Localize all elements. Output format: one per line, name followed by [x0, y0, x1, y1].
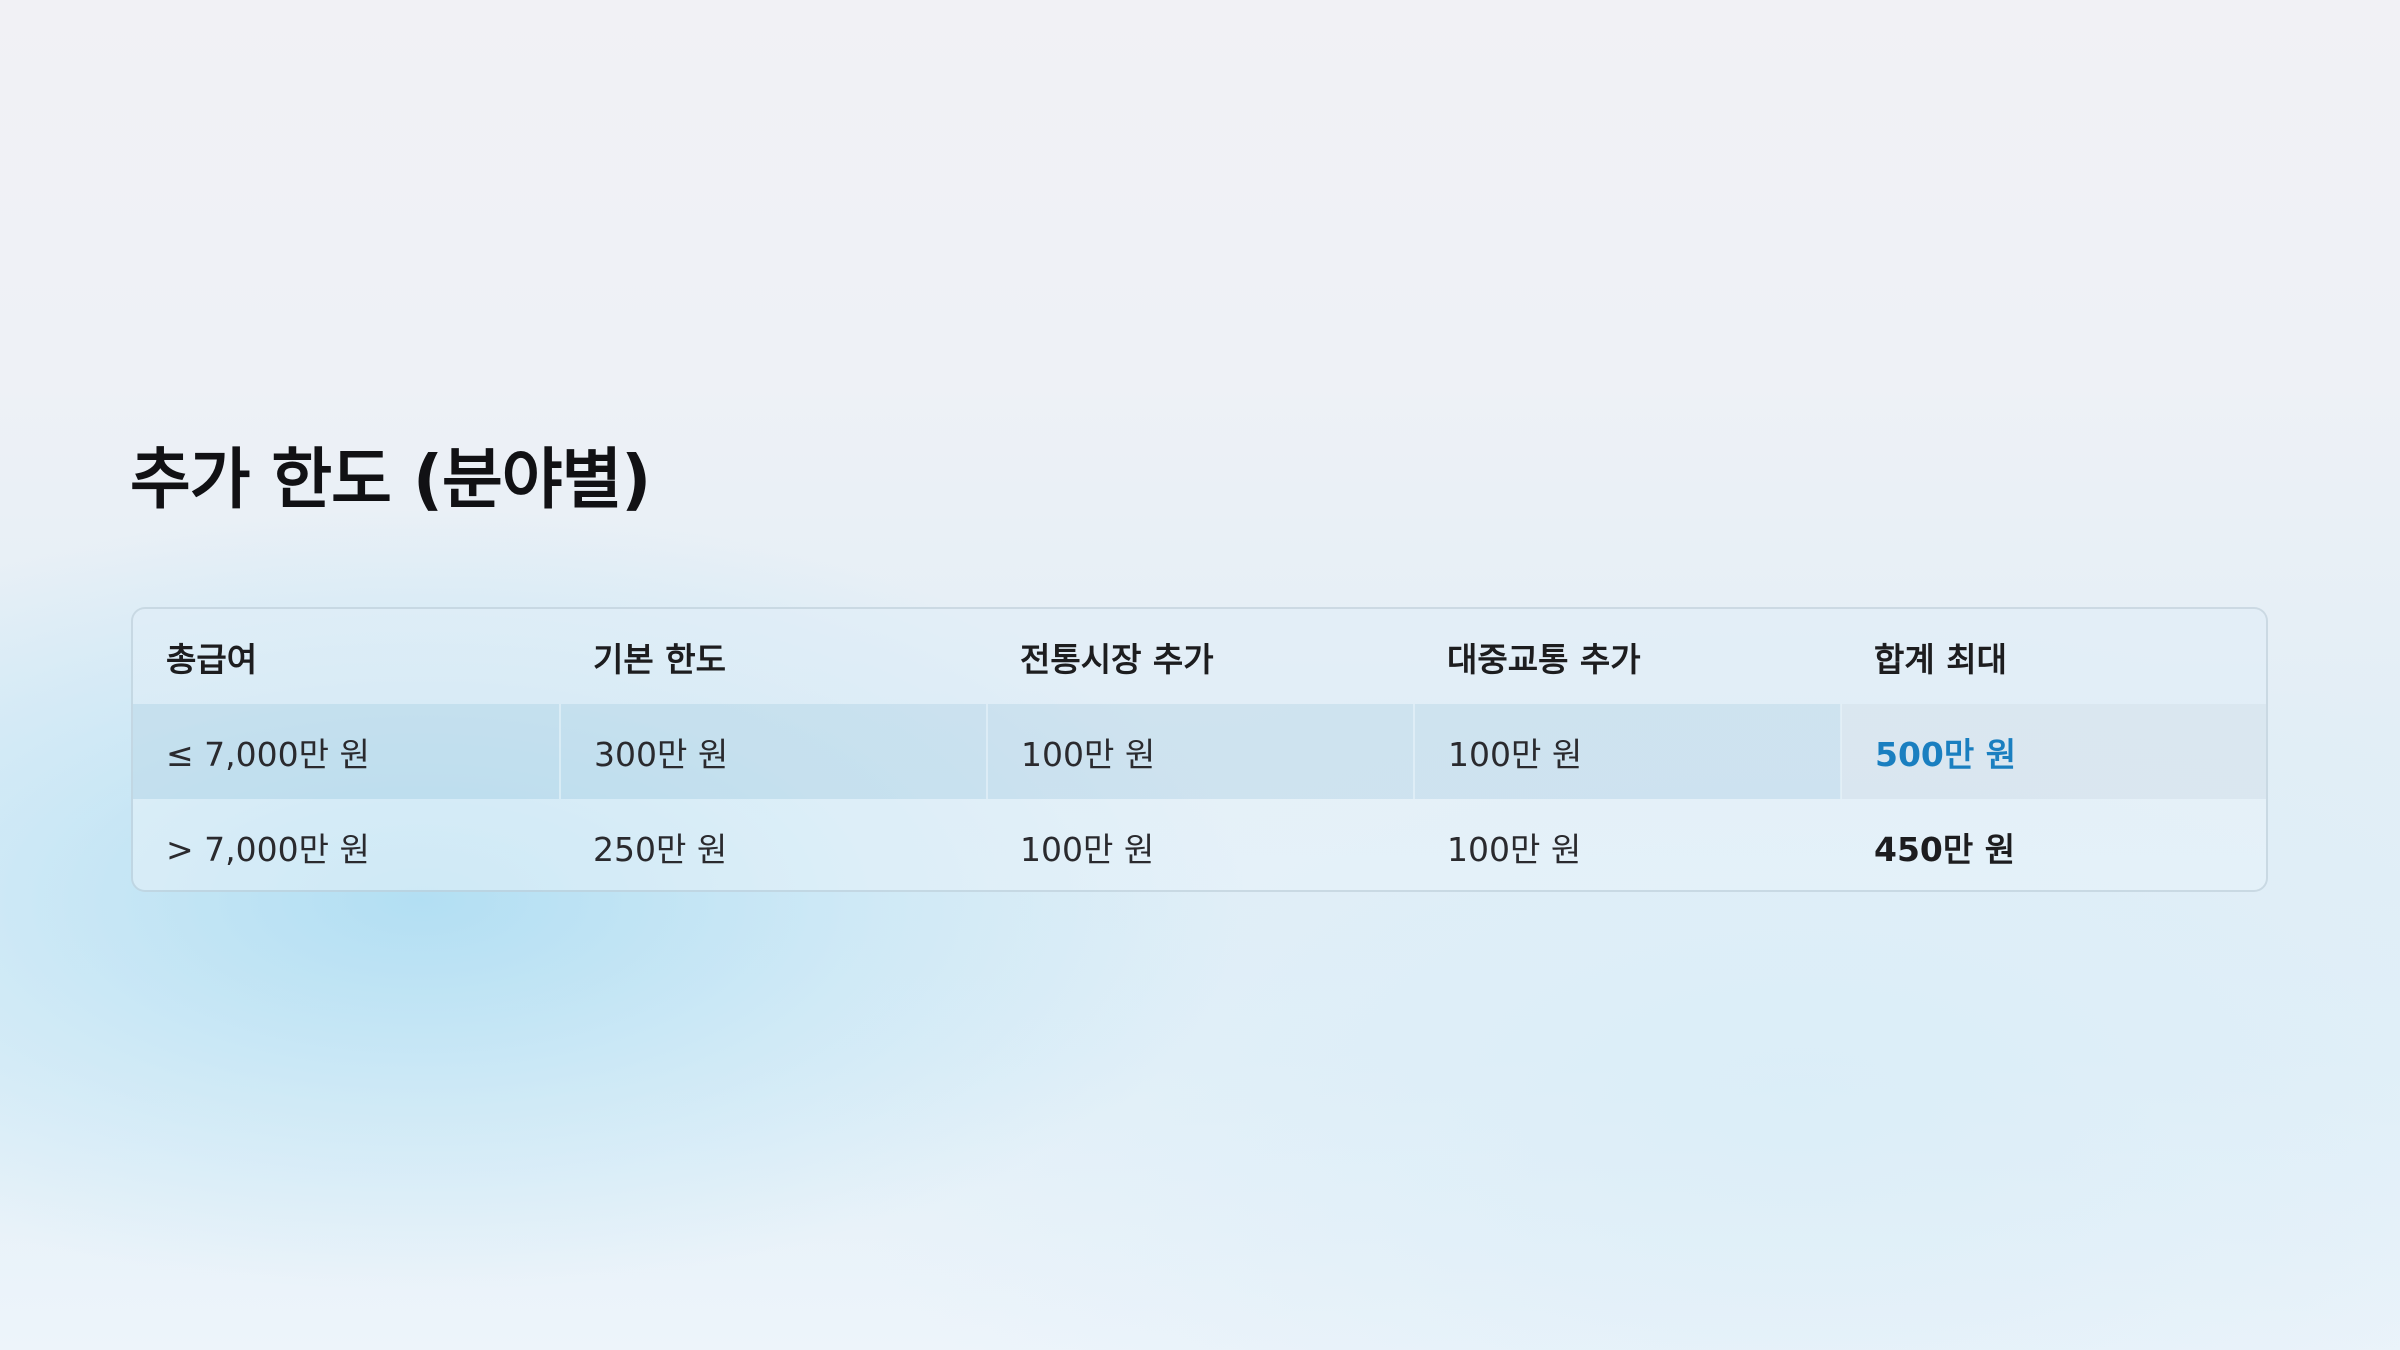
cell-market-extra: 100만 원 [987, 799, 1414, 890]
table-row: > 7,000만 원 250만 원 100만 원 100만 원 450만 원 [133, 799, 2266, 890]
cell-transit-extra: 100만 원 [1414, 704, 1842, 799]
cell-base-limit: 300만 원 [560, 704, 988, 799]
cell-market-extra: 100만 원 [987, 704, 1415, 799]
header-market-extra: 전통시장 추가 [987, 609, 1414, 704]
header-income: 총급여 [133, 609, 560, 704]
header-base-limit: 기본 한도 [560, 609, 987, 704]
limit-table-card: 총급여 기본 한도 전통시장 추가 대중교통 추가 합계 최대 ≤ 7,000만… [131, 607, 2268, 892]
cell-income: ≤ 7,000만 원 [133, 704, 561, 799]
cell-total-max: 500만 원 [1841, 704, 2266, 799]
cell-transit-extra: 100만 원 [1414, 799, 1841, 890]
cell-total-max: 450만 원 [1841, 799, 2266, 890]
page-title: 추가 한도 (분야별) [130, 441, 651, 518]
table-header-row: 총급여 기본 한도 전통시장 추가 대중교통 추가 합계 최대 [133, 609, 2266, 704]
header-transit-extra: 대중교통 추가 [1414, 609, 1841, 704]
cell-base-limit: 250만 원 [560, 799, 987, 890]
header-total-max: 합계 최대 [1841, 609, 2266, 704]
cell-income: > 7,000만 원 [133, 799, 560, 890]
table-row: ≤ 7,000만 원 300만 원 100만 원 100만 원 500만 원 [133, 704, 2266, 799]
limit-table: 총급여 기본 한도 전통시장 추가 대중교통 추가 합계 최대 ≤ 7,000만… [133, 609, 2266, 890]
